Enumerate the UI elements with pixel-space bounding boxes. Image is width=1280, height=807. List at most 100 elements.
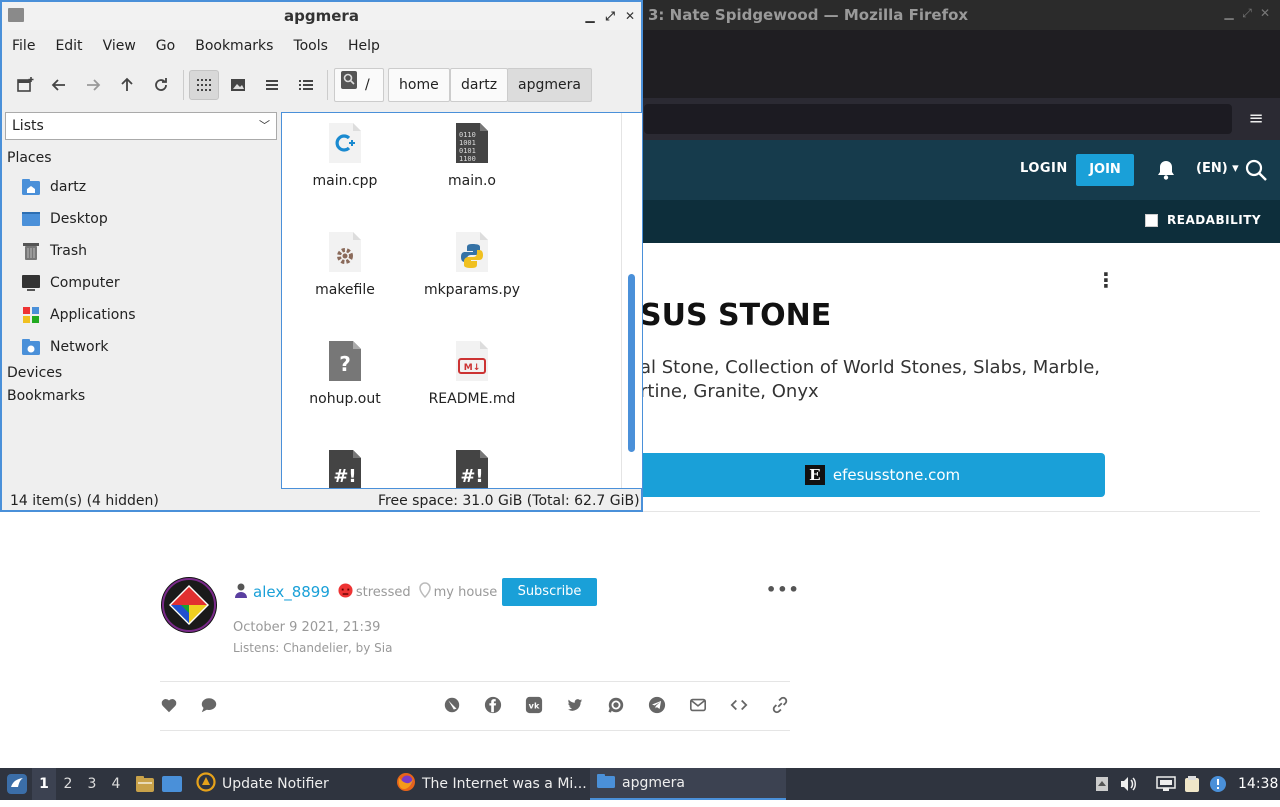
firefox-minimize-button[interactable]: ▁ xyxy=(1222,6,1236,20)
file-item[interactable]: makefile xyxy=(285,230,405,298)
menu-view[interactable]: View xyxy=(93,32,146,60)
volume-icon[interactable] xyxy=(1116,768,1140,800)
minimize-icon[interactable]: ▁ xyxy=(582,7,598,25)
language-select[interactable]: (EN) ▾ xyxy=(1196,161,1239,176)
file-view[interactable]: main.cpp 0110 1001 0101 1100 main.o makefil… xyxy=(281,112,643,489)
avatar[interactable] xyxy=(161,577,217,633)
task-update-notifier[interactable]: Update Notifier xyxy=(192,768,392,800)
breadcrumb-apgmera[interactable]: apgmera xyxy=(507,68,592,102)
kebab-menu-icon[interactable]: ⋮ xyxy=(1096,270,1116,290)
devices-heading[interactable]: Devices xyxy=(7,365,62,381)
sidebar-mode-select[interactable]: Lists ﹀ xyxy=(5,112,277,140)
menu-edit[interactable]: Edit xyxy=(45,32,92,60)
breadcrumb-home[interactable]: home xyxy=(388,68,450,102)
clipboard-icon[interactable] xyxy=(1180,768,1204,800)
clock[interactable]: 14:38 xyxy=(1238,776,1278,792)
menu-file[interactable]: File xyxy=(2,32,45,60)
link-icon[interactable] xyxy=(771,696,791,716)
username-link[interactable]: alex_8899 xyxy=(253,583,330,601)
sidebar-item-computer[interactable]: Computer xyxy=(20,270,120,296)
svg-text:M↓: M↓ xyxy=(464,363,481,373)
menu-bar: File Edit View Go Bookmarks Tools Help xyxy=(2,32,641,60)
telegram-icon[interactable] xyxy=(648,696,668,716)
workspace-3[interactable]: 3 xyxy=(80,768,104,800)
firefox-window-title: 3: Nate Spidgewood — Mozilla Firefox xyxy=(648,6,969,24)
twitter-icon[interactable] xyxy=(566,696,586,716)
file-item[interactable]: mkparams.py xyxy=(412,230,532,298)
hamburger-menu-icon[interactable]: ≡ xyxy=(1244,107,1268,131)
file-item[interactable]: 0110 1001 0101 1100 main.o xyxy=(412,121,532,189)
task-firefox[interactable]: The Internet was a Mi... xyxy=(392,768,587,800)
breadcrumb-root[interactable]: / xyxy=(334,68,384,102)
detailed-list-view-icon[interactable] xyxy=(291,70,321,100)
new-tab-icon[interactable] xyxy=(10,70,40,100)
file-item[interactable]: M↓ README.md xyxy=(412,339,532,407)
subscribe-button[interactable]: Subscribe xyxy=(502,578,597,606)
network-icon[interactable] xyxy=(1154,768,1178,800)
menu-help[interactable]: Help xyxy=(338,32,390,60)
workspace-2[interactable]: 2 xyxy=(56,768,80,800)
workspace-4[interactable]: 4 xyxy=(104,768,128,800)
scrollbar-thumb[interactable] xyxy=(628,274,635,452)
file-item[interactable]: main.cpp xyxy=(285,121,405,189)
workspace-1[interactable]: 1 xyxy=(32,768,56,800)
compact-view-icon[interactable] xyxy=(257,70,287,100)
menu-bookmarks[interactable]: Bookmarks xyxy=(185,32,283,60)
search-icon[interactable] xyxy=(341,69,357,101)
desktop-icon xyxy=(20,209,42,229)
post-options-icon[interactable]: ••• xyxy=(766,580,800,599)
firefox-close-button[interactable]: ✕ xyxy=(1258,6,1272,20)
like-heart-icon[interactable] xyxy=(160,696,180,716)
markdown-file-icon: M↓ xyxy=(454,339,490,383)
file-name: README.md xyxy=(428,391,516,407)
sidebar-item-trash[interactable]: Trash xyxy=(20,238,87,264)
sidebar-item-label: Trash xyxy=(50,243,87,259)
site-link-button[interactable]: E efesusstone.com xyxy=(620,453,1105,497)
start-menu-icon[interactable] xyxy=(4,768,30,800)
breadcrumb-dartz[interactable]: dartz xyxy=(450,68,509,102)
whatsapp-icon[interactable] xyxy=(607,696,627,716)
reload-icon[interactable] xyxy=(146,70,176,100)
close-icon[interactable]: ✕ xyxy=(622,7,638,25)
sidebar-item-dartz[interactable]: dartz xyxy=(20,174,86,200)
livejournal-icon[interactable] xyxy=(443,696,463,716)
thumbnail-view-icon[interactable] xyxy=(223,70,253,100)
firefox-url-bar[interactable] xyxy=(644,104,1232,134)
icon-view-icon[interactable] xyxy=(189,70,219,100)
menu-tools[interactable]: Tools xyxy=(283,32,338,60)
angry-face-icon xyxy=(338,582,353,602)
tray-arrow-icon[interactable] xyxy=(1090,768,1114,800)
back-arrow-icon[interactable] xyxy=(44,70,74,100)
file-name: mkparams.py xyxy=(423,282,521,298)
menu-go[interactable]: Go xyxy=(146,32,185,60)
file-item[interactable]: ? nohup.out xyxy=(285,339,405,407)
file-manager-launcher-icon[interactable] xyxy=(133,768,157,800)
bell-icon[interactable] xyxy=(1155,159,1177,181)
forward-arrow-icon[interactable] xyxy=(78,70,108,100)
maximize-icon[interactable]: ⤢ xyxy=(602,7,618,25)
facebook-icon[interactable] xyxy=(484,696,504,716)
sidebar-item-network[interactable]: Network xyxy=(20,334,108,360)
login-link[interactable]: LOGIN xyxy=(1020,161,1068,176)
notification-icon[interactable] xyxy=(1206,768,1230,800)
vk-icon[interactable]: vk xyxy=(525,696,545,716)
firefox-maximize-button[interactable]: ⤢ xyxy=(1240,6,1254,20)
bookmarks-heading[interactable]: Bookmarks xyxy=(7,388,85,404)
show-desktop-icon[interactable] xyxy=(160,768,184,800)
chevron-down-icon: ﹀ xyxy=(259,119,270,132)
search-icon[interactable] xyxy=(1244,158,1268,182)
embed-code-icon[interactable] xyxy=(730,696,750,716)
comment-icon[interactable] xyxy=(200,696,220,716)
trash-icon xyxy=(20,241,42,261)
file-item[interactable]: #! xyxy=(285,448,405,488)
svg-text:#!: #! xyxy=(333,466,356,487)
join-button[interactable]: JOIN xyxy=(1076,154,1134,186)
email-icon[interactable] xyxy=(689,696,709,716)
sidebar-item-applications[interactable]: Applications xyxy=(20,302,136,328)
task-apgmera[interactable]: apgmera xyxy=(590,768,786,800)
sidebar-item-desktop[interactable]: Desktop xyxy=(20,206,108,232)
file-item[interactable]: #! xyxy=(412,448,532,488)
readability-toggle[interactable]: READABILITY xyxy=(1145,213,1261,227)
readability-checkbox[interactable] xyxy=(1145,213,1158,227)
up-arrow-icon[interactable] xyxy=(112,70,142,100)
